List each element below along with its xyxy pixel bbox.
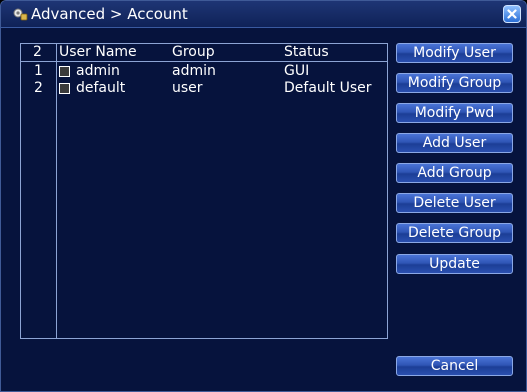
row-status: GUI [284,63,310,79]
checkbox-icon[interactable] [59,66,70,77]
add-user-button[interactable]: Add User [396,133,513,153]
window-title: Advanced > Account [31,5,188,23]
modify-group-button[interactable]: Modify Group [396,73,513,93]
status-column-header[interactable]: Status [284,44,329,60]
row-user-name: admin [76,63,120,79]
update-button[interactable]: Update [396,254,513,274]
delete-group-button[interactable]: Delete Group [396,223,513,243]
user-count-header: 2 [33,44,42,60]
row-group: admin [172,63,216,79]
close-icon [507,9,517,19]
close-button[interactable] [503,5,521,23]
modify-pwd-button[interactable]: Modify Pwd [396,103,513,123]
row-status: Default User [284,80,372,96]
row-index: 2 [34,80,43,96]
row-index: 1 [34,63,43,79]
cancel-button[interactable]: Cancel [396,356,513,376]
delete-user-button[interactable]: Delete User [396,193,513,213]
checkbox-icon[interactable] [59,83,70,94]
group-column-header[interactable]: Group [172,44,215,60]
row-user-name: default [76,80,126,96]
title-bar: Advanced > Account [1,1,526,28]
add-group-button[interactable]: Add Group [396,163,513,183]
column-divider [56,44,57,338]
modify-user-button[interactable]: Modify User [396,43,513,63]
account-dialog: Advanced > Account 2 User Name Group Sta… [0,0,527,392]
row-group: user [172,80,203,96]
account-settings-icon [12,6,28,22]
user-name-column-header[interactable]: User Name [59,44,137,60]
user-list[interactable]: 2 User Name Group Status 1 admin admin G… [20,43,388,339]
